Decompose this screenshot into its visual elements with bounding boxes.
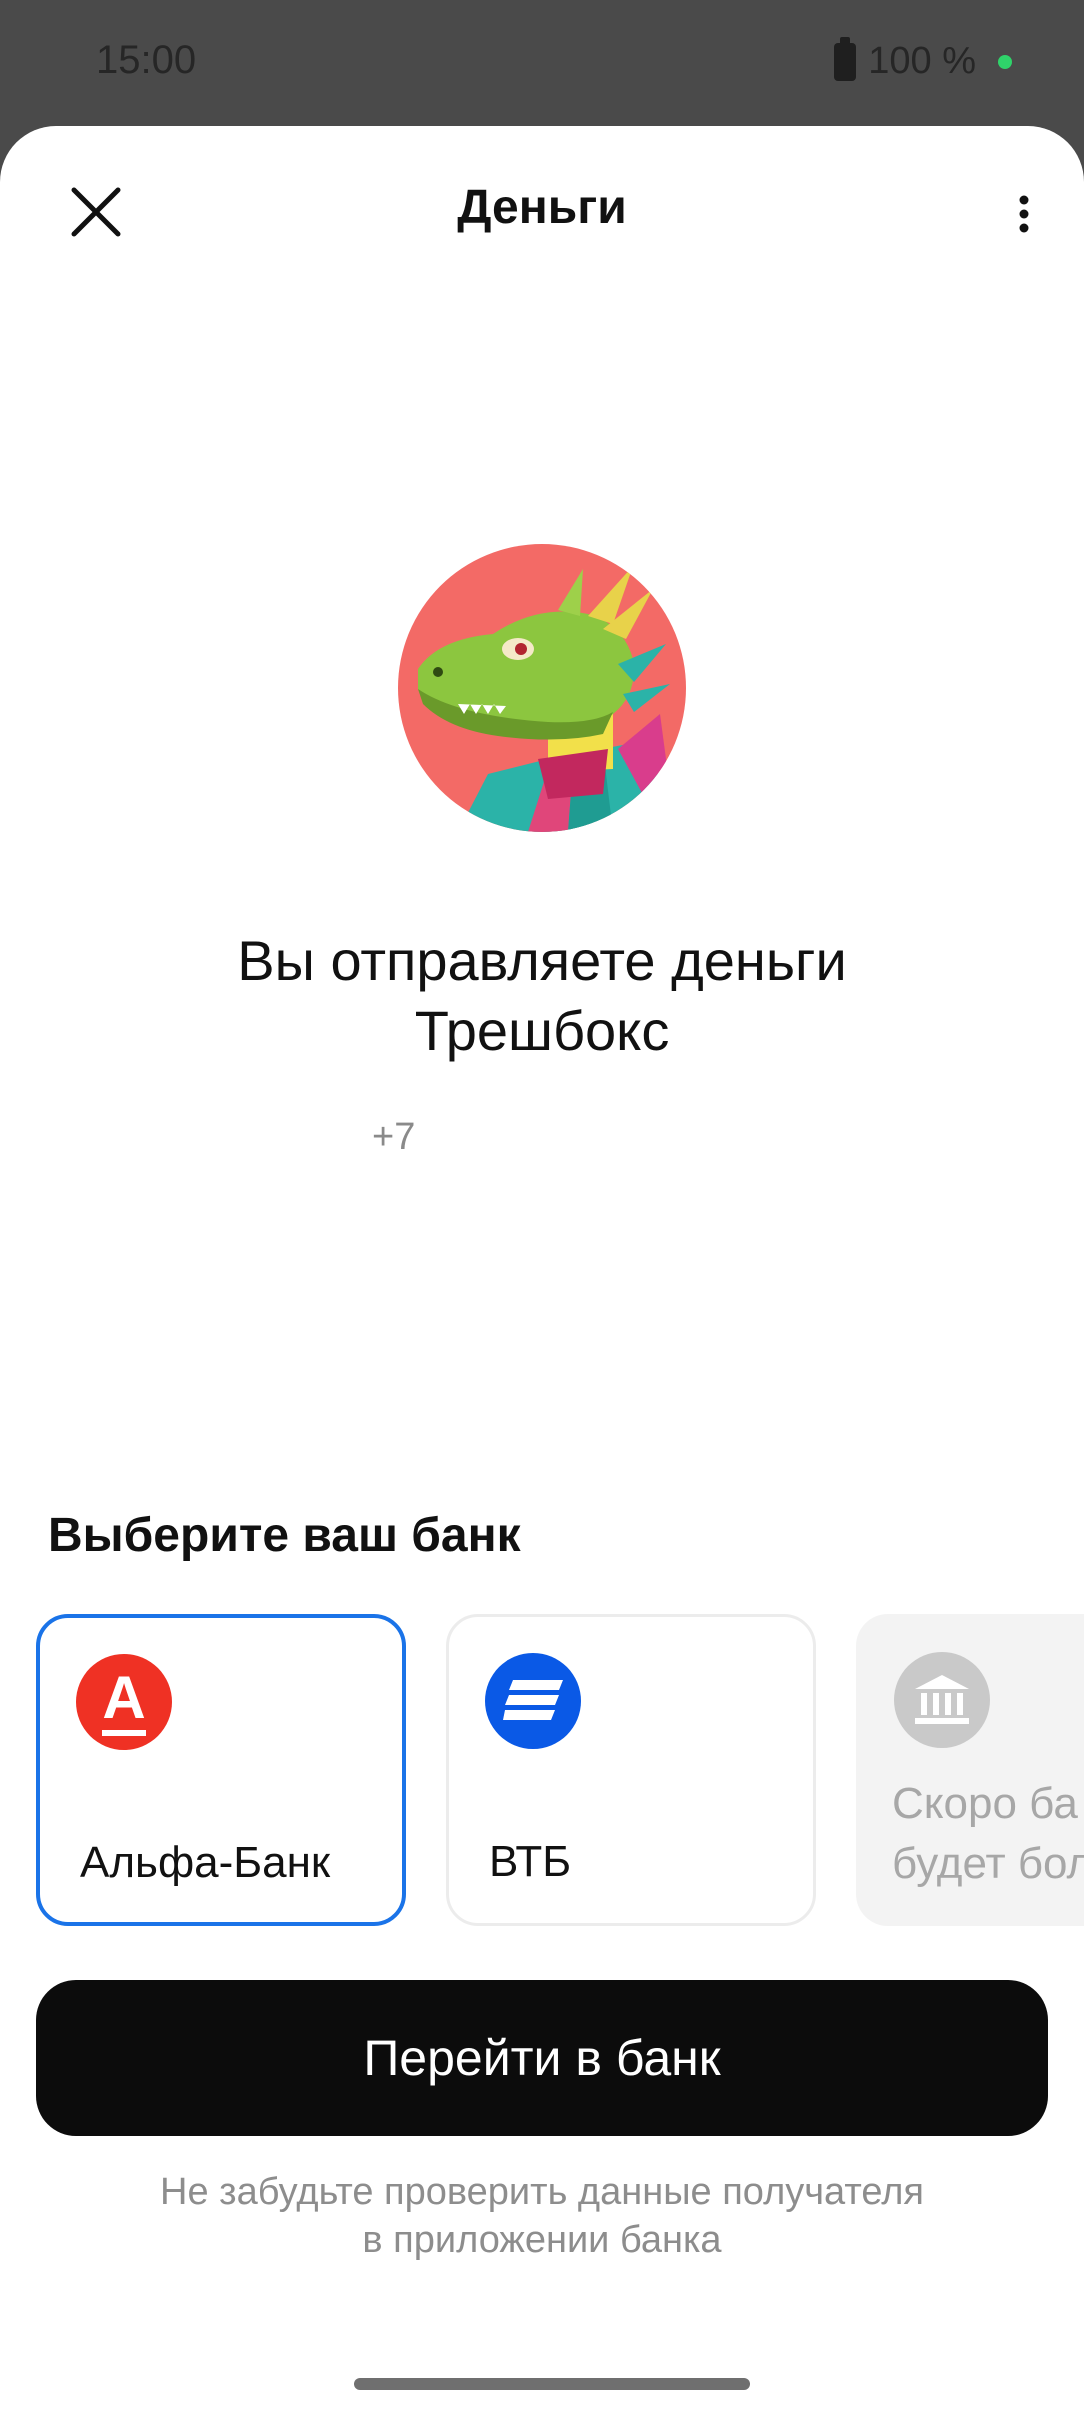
note-line-2: в приложении банка bbox=[362, 2219, 722, 2261]
status-bar: 15:00 100 % bbox=[0, 0, 1084, 126]
bank-section-heading: Выберите ваш банк bbox=[48, 1509, 521, 1562]
transfer-headline: Вы отправляете деньги Трешбокс bbox=[60, 926, 1024, 1066]
dragon-avatar-image bbox=[398, 544, 686, 832]
money-sheet: Деньги Вы отправляете деньги Трешбокс +7… bbox=[0, 126, 1084, 2412]
bank-card-coming-soon: Скоро ба будет бол bbox=[856, 1614, 1084, 1926]
coming-soon-line-1: Скоро ба bbox=[892, 1779, 1078, 1828]
top-bar: Деньги bbox=[0, 126, 1084, 286]
recipient-phone: +7 bbox=[372, 1116, 416, 1158]
gesture-home-bar[interactable] bbox=[354, 2378, 750, 2390]
bank-name: Альфа-Банк bbox=[80, 1838, 331, 1887]
battery-icon bbox=[834, 36, 857, 81]
status-time: 15:00 bbox=[96, 38, 197, 82]
recipient-avatar bbox=[398, 544, 686, 832]
more-vertical-icon bbox=[1019, 195, 1029, 233]
alfa-bank-logo-icon: А bbox=[76, 1654, 172, 1750]
bank-card-vtb[interactable]: ВТБ bbox=[446, 1614, 816, 1926]
more-options-button[interactable] bbox=[994, 176, 1054, 252]
bank-name: ВТБ bbox=[489, 1837, 572, 1886]
verification-note: Не забудьте проверить данные получателя … bbox=[60, 2168, 1024, 2264]
note-line-1: Не забудьте проверить данные получателя bbox=[160, 2171, 924, 2213]
battery-level: 100 % bbox=[868, 40, 976, 82]
vtb-bank-logo-icon bbox=[485, 1653, 581, 1749]
bank-building-glyph bbox=[915, 1675, 969, 1724]
status-indicators: 100 % bbox=[834, 36, 1012, 83]
headline-line-1: Вы отправляете деньги bbox=[237, 929, 847, 992]
bank-card-alfa[interactable]: А Альфа-Банк bbox=[36, 1614, 406, 1926]
page-title: Деньги bbox=[457, 181, 627, 234]
go-to-bank-button[interactable]: Перейти в банк bbox=[36, 1980, 1048, 2136]
vtb-stripes-icon bbox=[503, 1680, 563, 1720]
coming-soon-line-2: будет бол bbox=[892, 1839, 1084, 1888]
alfa-logo-letter: А bbox=[102, 1668, 146, 1736]
privacy-indicator-dot bbox=[998, 54, 1012, 69]
recipient-name: Трешбокс bbox=[414, 999, 670, 1062]
bank-building-icon bbox=[894, 1652, 990, 1748]
coming-soon-text: Скоро ба будет бол bbox=[892, 1774, 1084, 1894]
